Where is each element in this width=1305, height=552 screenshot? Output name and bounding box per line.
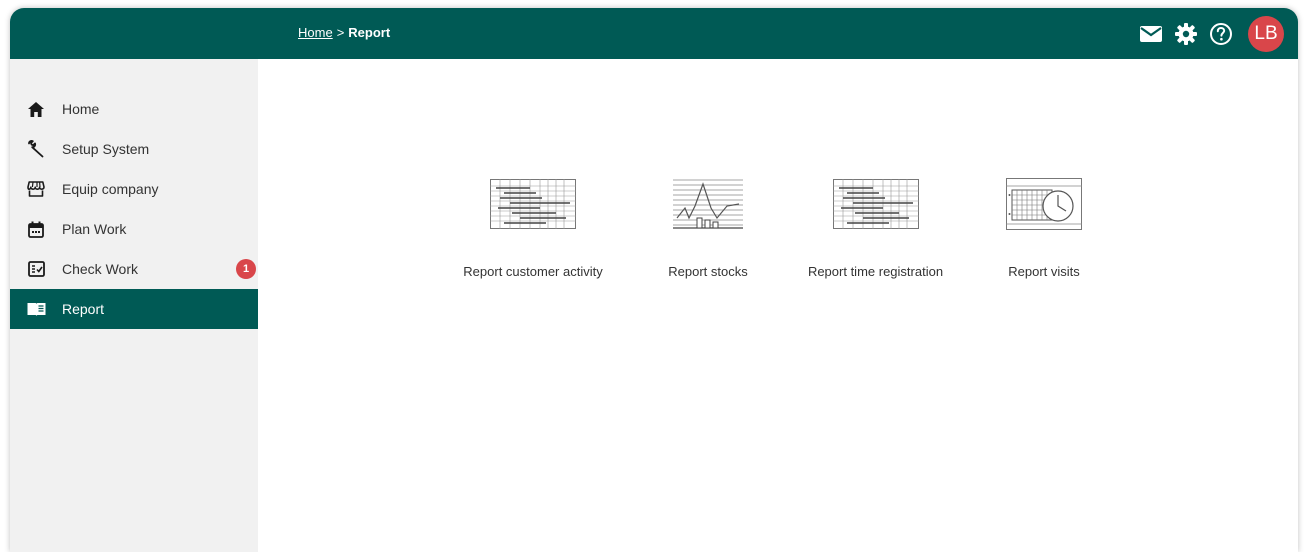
- sidebar-item-check-work[interactable]: Check Work 1: [10, 249, 258, 289]
- home-icon: [26, 99, 46, 119]
- book-icon: [26, 299, 46, 319]
- sidebar-item-label: Equip company: [62, 181, 159, 197]
- sidebar: Home Setup System Equip company Plan Wor…: [10, 59, 258, 552]
- breadcrumb-home-link[interactable]: Home: [298, 25, 333, 40]
- report-visits-tile[interactable]: Report visits: [988, 174, 1100, 279]
- breadcrumb: Home > Report: [298, 25, 390, 40]
- report-stocks-tile[interactable]: Report stocks: [648, 174, 768, 279]
- main-content: Report customer activity Report stocks R…: [258, 59, 1298, 552]
- top-bar: Home > Report LB: [10, 8, 1298, 59]
- report-label: Report stocks: [668, 264, 748, 279]
- gantt-thumbnail-icon: [490, 179, 576, 229]
- user-avatar[interactable]: LB: [1248, 16, 1284, 52]
- top-bar-actions: LB: [1129, 16, 1284, 52]
- calendar-clock-thumbnail-icon: [1006, 178, 1082, 230]
- report-label: Report visits: [1008, 264, 1080, 279]
- report-customer-activity-tile[interactable]: Report customer activity: [458, 174, 608, 279]
- help-icon[interactable]: [1208, 21, 1234, 47]
- sidebar-item-label: Plan Work: [62, 221, 127, 237]
- app-window: Home > Report LB Home Setup System Equip…: [10, 8, 1298, 552]
- sidebar-item-equip-company[interactable]: Equip company: [10, 169, 258, 209]
- gantt-thumbnail-icon: [832, 179, 919, 229]
- report-label: Report time registration: [807, 264, 944, 279]
- calendar-icon: [26, 219, 46, 239]
- gear-icon[interactable]: [1173, 21, 1199, 47]
- sidebar-menu: Home Setup System Equip company Plan Wor…: [10, 59, 258, 329]
- line-chart-thumbnail-icon: [673, 179, 743, 229]
- mail-icon[interactable]: [1138, 21, 1164, 47]
- report-time-registration-tile[interactable]: Report time registration: [793, 174, 958, 279]
- sidebar-item-report[interactable]: Report: [10, 289, 258, 329]
- sidebar-item-label: Check Work: [62, 261, 138, 277]
- sidebar-item-label: Setup System: [62, 141, 150, 157]
- checklist-icon: [26, 259, 46, 279]
- store-icon: [26, 179, 46, 199]
- breadcrumb-current: Report: [348, 25, 391, 40]
- breadcrumb-separator: >: [336, 25, 345, 40]
- wrench-icon: [26, 139, 46, 159]
- sidebar-item-label: Report: [62, 301, 105, 317]
- report-label: Report customer activity: [463, 264, 603, 279]
- sidebar-item-label: Home: [62, 101, 100, 117]
- sidebar-item-plan-work[interactable]: Plan Work: [10, 209, 258, 249]
- notification-badge: 1: [236, 259, 256, 279]
- sidebar-item-home[interactable]: Home: [10, 89, 258, 129]
- sidebar-item-setup-system[interactable]: Setup System: [10, 129, 258, 169]
